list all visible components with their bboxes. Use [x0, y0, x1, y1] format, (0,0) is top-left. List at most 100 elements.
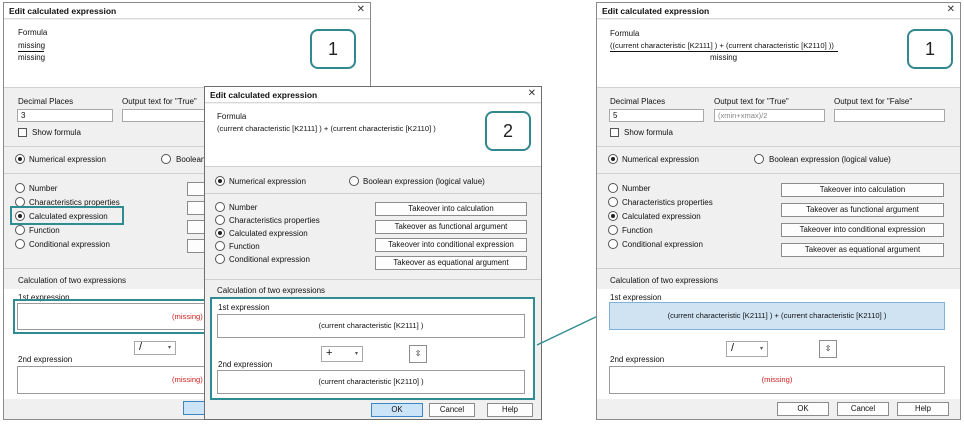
swap-expressions-button[interactable]: ⇳: [409, 345, 427, 363]
type-label-function: Function: [622, 226, 653, 235]
boolean-label: Boolean: [176, 155, 206, 164]
calc-two-expressions-label: Calculation of two expressions: [18, 276, 127, 285]
type-radio-number[interactable]: [215, 202, 225, 212]
calculated-expression-highlight: [10, 206, 124, 225]
operator-select[interactable]: + ▾: [321, 346, 363, 362]
takeover-functional-argument-button[interactable]: Takeover as functional argument: [781, 203, 944, 217]
calc-two-expressions-label: Calculation of two expressions: [610, 276, 719, 285]
type-radio-number[interactable]: [608, 183, 618, 193]
output-true-input[interactable]: (xmin+xmax)/2: [714, 109, 825, 122]
boolean-radio[interactable]: [349, 176, 359, 186]
calc-two-expressions-label: Calculation of two expressions: [217, 286, 326, 295]
operator-select[interactable]: / ▾: [726, 341, 768, 357]
title-bar: Edit calculated expression ✕: [205, 87, 541, 103]
type-label-number: Number: [229, 203, 258, 212]
title-bar: Edit calculated expression ✕: [4, 3, 370, 19]
takeover-equational-argument-button[interactable]: Takeover as equational argument: [375, 256, 527, 270]
close-icon[interactable]: ✕: [528, 88, 536, 99]
output-true-input[interactable]: [122, 109, 212, 122]
operator-select[interactable]: / ▾: [134, 341, 176, 355]
numerical-label: Numerical expression: [229, 177, 306, 186]
second-expression-label: 2nd expression: [18, 355, 73, 364]
second-expression-box[interactable]: (current characteristic [K2110] ): [217, 370, 525, 394]
ok-button[interactable]: OK: [777, 402, 829, 416]
type-radio-function[interactable]: [215, 241, 225, 251]
chevron-down-icon: ▾: [759, 346, 763, 352]
operator-value: /: [731, 342, 735, 354]
formula-area: Formula (current characteristic [K2111] …: [205, 104, 541, 166]
formula-label: Formula: [610, 29, 640, 38]
type-radio-conditional-expression[interactable]: [215, 254, 225, 264]
divider: [597, 268, 960, 269]
takeover-conditional-expression-button[interactable]: Takeover into conditional expression: [375, 238, 527, 252]
ok-button[interactable]: OK: [371, 403, 423, 417]
type-radio-conditional-expression[interactable]: [608, 239, 618, 249]
type-radio-conditional-expression[interactable]: [15, 239, 25, 249]
show-formula-checkbox[interactable]: [610, 128, 619, 137]
help-button[interactable]: Help: [897, 402, 949, 416]
numerical-label: Numerical expression: [622, 155, 699, 164]
first-expression-box[interactable]: (current characteristic [K2111] ) + (cur…: [609, 302, 945, 330]
numerical-radio[interactable]: [215, 176, 225, 186]
second-expression-box[interactable]: (missing): [17, 366, 207, 394]
second-expression-box[interactable]: (missing): [609, 366, 945, 394]
type-radio-characteristics-properties[interactable]: [608, 197, 618, 207]
type-label-calculated-expression: Calculated expression: [622, 212, 701, 221]
type-label-conditional-expression: Conditional expression: [229, 255, 310, 264]
takeover-into-calculation-button[interactable]: Takeover into calculation: [781, 183, 944, 197]
close-icon[interactable]: ✕: [357, 4, 365, 15]
cancel-button[interactable]: Cancel: [429, 403, 475, 417]
decimal-places-label: Decimal Places: [610, 97, 666, 106]
swap-expressions-button[interactable]: ⇳: [819, 340, 837, 358]
type-radio-characteristics-properties[interactable]: [215, 215, 225, 225]
callout-1: 1: [310, 29, 356, 69]
first-expression-box[interactable]: (current characteristic [K2111] ): [217, 314, 525, 338]
type-radio-number[interactable]: [15, 183, 25, 193]
boolean-radio[interactable]: [754, 154, 764, 164]
formula-area: Formula missing missing 1: [4, 20, 370, 87]
dialog-title: Edit calculated expression: [9, 6, 117, 16]
decimal-places-input[interactable]: 5: [609, 109, 704, 122]
boolean-label: Boolean expression (logical value): [363, 177, 485, 186]
takeover-equational-argument-button[interactable]: Takeover as equational argument: [781, 243, 944, 257]
takeover-into-calculation-button[interactable]: Takeover into calculation: [375, 202, 527, 216]
formula-area: Formula ((current characteristic [K2111]…: [597, 20, 960, 87]
output-true-label: Output text for "True": [714, 97, 789, 106]
decimal-places-label: Decimal Places: [18, 97, 74, 106]
second-expression-value: (missing): [172, 375, 203, 384]
divider: [597, 173, 960, 174]
show-formula-label: Show formula: [32, 128, 81, 137]
numerical-radio[interactable]: [15, 154, 25, 164]
show-formula-label: Show formula: [624, 128, 673, 137]
formula-denominator: missing: [18, 53, 46, 62]
numerical-radio[interactable]: [608, 154, 618, 164]
show-formula-checkbox[interactable]: [18, 128, 27, 137]
type-label-calculated-expression: Calculated expression: [229, 229, 308, 238]
type-radio-function[interactable]: [15, 225, 25, 235]
boolean-label: Boolean expression (logical value): [769, 155, 891, 164]
formula-numerator: missing: [18, 41, 46, 50]
decimal-places-input[interactable]: 3: [17, 109, 113, 122]
divider: [597, 87, 960, 88]
operator-value: /: [139, 341, 143, 353]
type-radio-calculated-expression[interactable]: [608, 211, 618, 221]
close-icon[interactable]: ✕: [947, 4, 955, 15]
output-false-input[interactable]: [834, 109, 945, 122]
first-expression-label: 1st expression: [610, 293, 662, 302]
divider: [597, 146, 960, 147]
type-radio-calculated-expression[interactable]: [215, 228, 225, 238]
divider: [205, 193, 541, 194]
help-button[interactable]: Help: [487, 403, 533, 417]
boolean-radio[interactable]: [161, 154, 171, 164]
callout-1: 1: [907, 29, 953, 69]
type-label-characteristics-properties: Characteristics properties: [229, 216, 320, 225]
takeover-conditional-expression-button[interactable]: Takeover into conditional expression: [781, 223, 944, 237]
type-radio-function[interactable]: [608, 225, 618, 235]
takeover-functional-argument-button[interactable]: Takeover as functional argument: [375, 220, 527, 234]
divider: [205, 279, 541, 280]
type-label-number: Number: [622, 184, 651, 193]
title-bar: Edit calculated expression ✕: [597, 3, 960, 19]
cancel-button[interactable]: Cancel: [837, 402, 889, 416]
second-expression-label: 2nd expression: [218, 360, 273, 369]
type-label-function: Function: [29, 226, 60, 235]
